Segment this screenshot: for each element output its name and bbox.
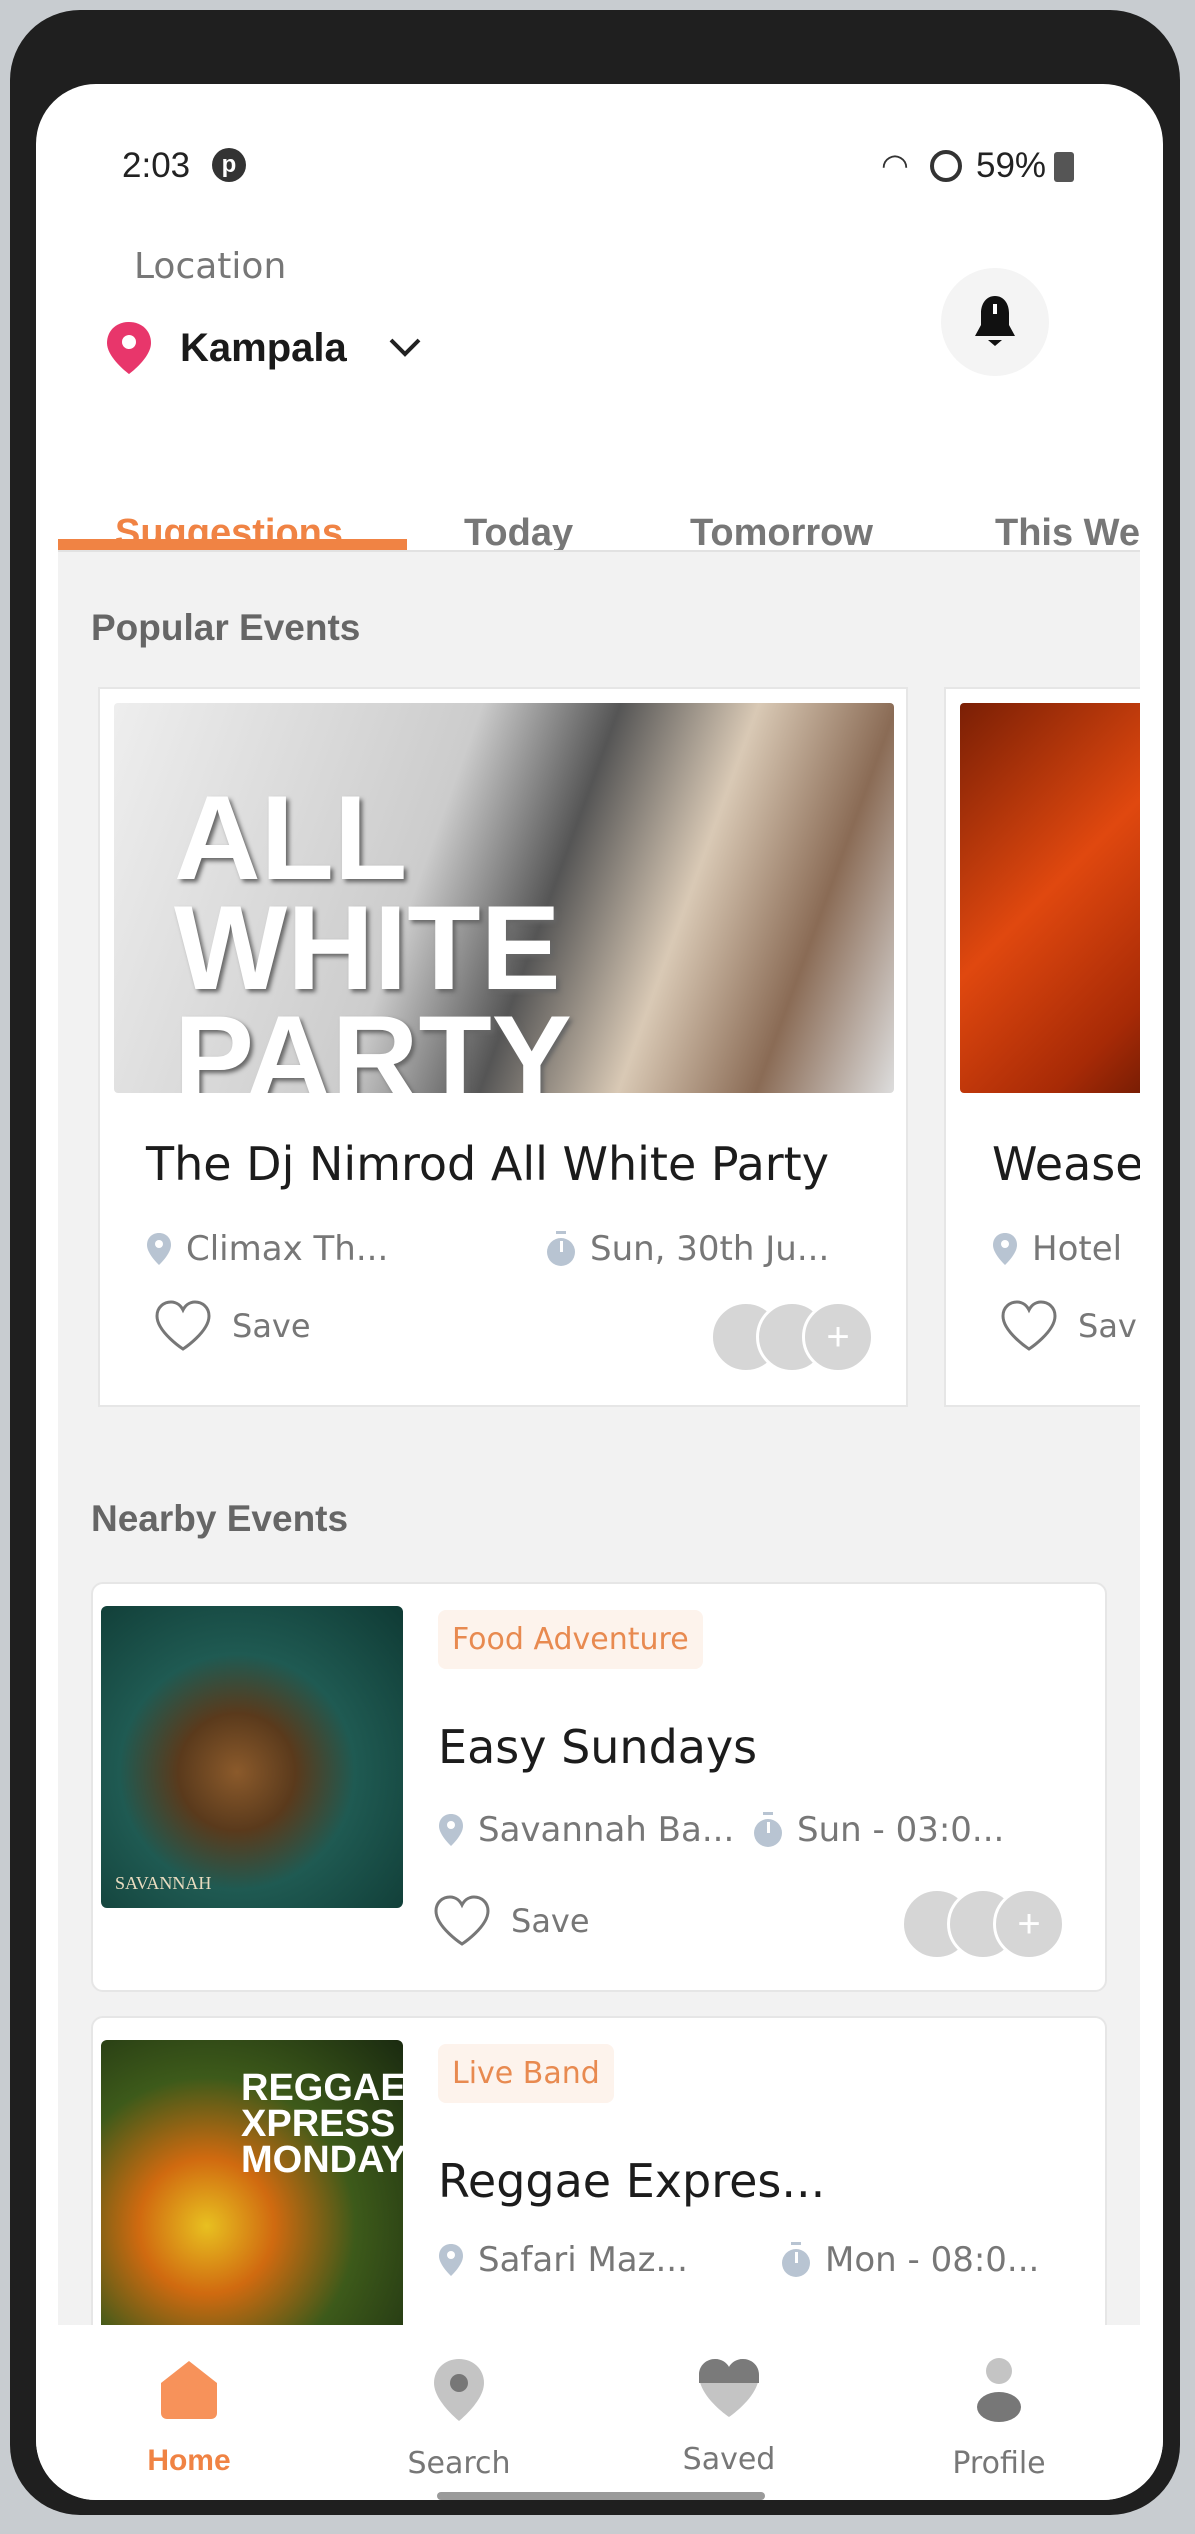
nav-label: Home: [147, 2444, 231, 2477]
nav-label: Search: [407, 2446, 511, 2481]
poster-text: ALL WHITE PARTY: [174, 771, 572, 1093]
bottom-nav: Home Search Saved Profile: [36, 2325, 1163, 2500]
nearby-event-card[interactable]: REGGAE XPRESS MONDAY Live Band Reggae Ex…: [91, 2016, 1107, 2325]
location-icon: [993, 1233, 1017, 1265]
city-name: Kampala: [180, 325, 347, 370]
location-icon: [439, 2244, 463, 2276]
nav-saved[interactable]: Saved: [599, 2357, 859, 2477]
nav-profile[interactable]: Profile: [869, 2357, 1129, 2481]
nearby-event-card[interactable]: SAVANNAH Food Adventure Easy Sundays Sav…: [91, 1582, 1107, 1992]
poster-text: SAVANNAH: [115, 1873, 212, 1893]
attendee-avatars: +: [901, 1888, 1065, 1960]
pinterest-icon: p: [212, 148, 246, 182]
heart-icon: [155, 1300, 211, 1351]
event-venue: Hotel: [992, 1229, 1122, 1269]
screen: 2:03 p ◠ 59% Location Kampala Suggestion…: [36, 84, 1163, 2500]
status-time: 2:03: [122, 146, 191, 185]
person-icon: [977, 2358, 1021, 2422]
save-label: Save: [232, 1307, 311, 1345]
home-icon: [161, 2361, 217, 2419]
category-tag: Live Band: [438, 2044, 614, 2103]
map-pin-icon: [434, 2359, 484, 2421]
event-poster: ALL WHITE PARTY: [114, 703, 894, 1093]
dnd-icon: [930, 150, 962, 182]
location-icon: [147, 1233, 171, 1265]
event-title: Easy Sundays: [438, 1720, 758, 1774]
save-button[interactable]: Save: [154, 1299, 311, 1353]
timer-icon: [754, 1812, 782, 1847]
event-venue: Climax Th...: [146, 1229, 388, 1269]
nav-search[interactable]: Search: [329, 2357, 589, 2481]
popular-event-card[interactable]: ALL WHITE PARTY The Dj Nimrod All White …: [98, 687, 908, 1407]
event-venue: Savannah Ba...: [438, 1810, 734, 1850]
event-date: Sun, 30th Ju...: [546, 1229, 829, 1269]
heart-icon: [434, 1895, 490, 1946]
add-attendee-icon[interactable]: +: [802, 1301, 874, 1373]
timer-icon: [782, 2242, 810, 2277]
nav-label: Saved: [682, 2442, 776, 2477]
poster-text: REGGAE XPRESS MONDAY: [241, 2067, 403, 2181]
nav-label: Profile: [952, 2446, 1046, 2481]
tab-tomorrow[interactable]: Tomorrow: [690, 512, 873, 555]
add-attendee-icon[interactable]: +: [993, 1888, 1065, 1960]
date-text: Sun, 30th Ju...: [590, 1229, 830, 1269]
wifi-icon: ◠: [881, 147, 909, 183]
location-selector[interactable]: Kampala: [104, 320, 423, 376]
venue-text: Safari Maz...: [478, 2240, 688, 2280]
nav-home[interactable]: Home: [59, 2357, 319, 2478]
map-pin-icon: [107, 322, 151, 374]
heart-icon: [699, 2359, 759, 2417]
event-title: Reggae Expres...: [438, 2154, 826, 2208]
location-label: Location: [134, 246, 287, 287]
venue-text: Hotel: [1032, 1229, 1123, 1269]
nearby-events-heading: Nearby Events: [91, 1498, 349, 1539]
chevron-down-icon: [389, 338, 421, 357]
location-icon: [439, 1814, 463, 1846]
tab-today[interactable]: Today: [464, 512, 573, 555]
battery-icon: [1054, 152, 1074, 182]
event-date: Sun - 03:0...: [753, 1810, 1004, 1850]
attendee-avatars: +: [710, 1301, 874, 1373]
venue-text: Climax Th...: [186, 1229, 389, 1269]
popular-event-card[interactable]: Wease Hotel Sav: [944, 687, 1140, 1407]
save-button[interactable]: Save: [433, 1894, 590, 1948]
category-tag: Food Adventure: [438, 1610, 703, 1669]
venue-text: Savannah Ba...: [478, 1810, 735, 1850]
heart-icon: [1001, 1300, 1057, 1351]
timer-icon: [547, 1231, 575, 1266]
date-text: Mon - 08:0...: [825, 2240, 1040, 2280]
popular-events-heading: Popular Events: [91, 607, 361, 648]
event-venue: Safari Maz...: [438, 2240, 688, 2280]
event-title: Wease: [992, 1137, 1140, 1191]
save-button[interactable]: Sav: [1000, 1299, 1137, 1353]
event-poster: SAVANNAH: [101, 1606, 403, 1908]
content: Popular Events ALL WHITE PARTY The Dj Ni…: [58, 552, 1140, 2325]
event-poster: [960, 703, 1140, 1093]
date-text: Sun - 03:0...: [797, 1810, 1005, 1850]
active-tab-indicator: [58, 539, 407, 550]
bell-icon: [975, 296, 1015, 346]
battery-percent: 59%: [976, 146, 1047, 185]
notifications-button[interactable]: [941, 268, 1049, 376]
event-date: Mon - 08:0...: [781, 2240, 1039, 2280]
tab-this-week[interactable]: This We: [995, 512, 1140, 555]
event-title: The Dj Nimrod All White Party: [146, 1137, 829, 1191]
save-label: Save: [511, 1902, 590, 1940]
event-poster: REGGAE XPRESS MONDAY: [101, 2040, 403, 2325]
home-indicator[interactable]: [437, 2492, 765, 2500]
save-label: Sav: [1078, 1307, 1137, 1345]
